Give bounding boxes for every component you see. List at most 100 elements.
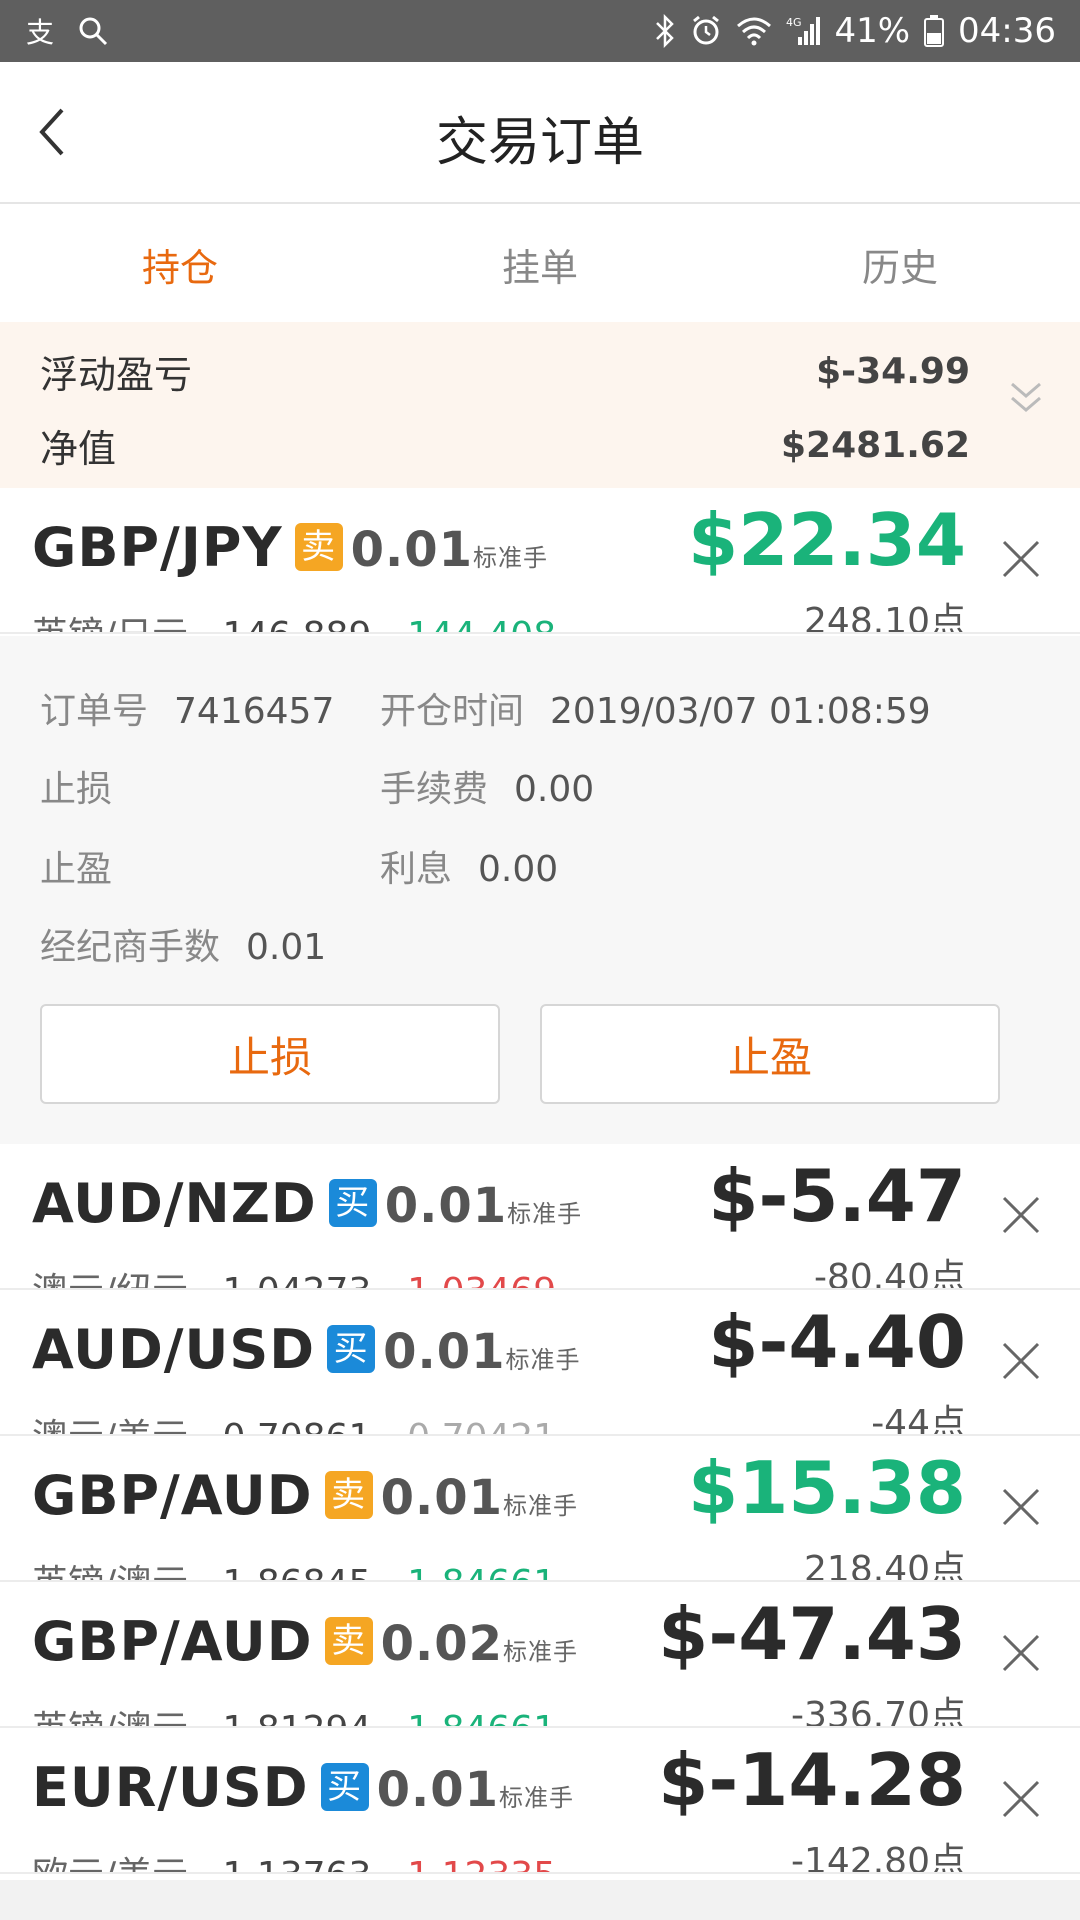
currency-name: 澳元/美元 (32, 1417, 188, 1434)
clock: 04:36 (958, 11, 1056, 51)
position-symbol: GBP/JPY 卖 0.01标准手 (32, 516, 548, 579)
broker-lots-value: 0.01 (246, 927, 327, 968)
price-line: 澳元/美元 0.70861 - 0.70421 (32, 1408, 556, 1434)
take-profit-info: 止盈 (40, 840, 112, 892)
position-row[interactable]: AUD/USD买0.01标准手 澳元/美元 0.70861 - 0.70421 … (0, 1290, 1080, 1436)
floating-pnl-row: 浮动盈亏 $-34.99 (40, 344, 970, 399)
open-price: 1.04273 (222, 1271, 371, 1288)
search-icon (78, 16, 108, 46)
open-price: 1.81294 (222, 1709, 371, 1726)
open-time-value: 2019/03/07 01:08:59 (550, 691, 931, 732)
lot-size: 0.01 (384, 1178, 508, 1234)
alipay-icon: 支 (24, 14, 58, 48)
current-price: 144.408 (407, 615, 556, 632)
currency-name: 欧元/美元 (32, 1855, 188, 1872)
profit-points: -336.70点 (791, 1695, 966, 1728)
side-badge: 卖 (294, 523, 343, 572)
take-profit-button[interactable]: 止盈 (540, 1004, 1000, 1104)
position-row[interactable]: EUR/USD买0.01标准手 欧元/美元 1.13763 - 1.12335 … (0, 1728, 1080, 1874)
profit-points: 248.10点 (804, 601, 966, 634)
side-badge: 买 (328, 1179, 377, 1228)
svg-text:支: 支 (26, 16, 54, 48)
profit-points: -44点 (871, 1403, 966, 1436)
bottom-spacer (0, 1880, 1080, 1920)
equity-row: 净值 $2481.62 (40, 418, 970, 473)
page-title: 交易订单 (435, 113, 644, 173)
lot-size: 0.01 (350, 522, 473, 578)
price-line: 英镑/澳元 1.81294 - 1.84661 (32, 1700, 556, 1726)
profit-value: $-5.47 (708, 1154, 966, 1238)
position-row[interactable]: GBP/JPY卖0.01标准手 英镑/日元 146.889 - 144.408 … (0, 488, 1080, 634)
fee-label: 手续费 (380, 769, 489, 810)
alarm-icon (690, 15, 722, 47)
side-badge: 买 (327, 1325, 376, 1374)
order-number-label: 订单号 (40, 691, 149, 732)
battery-icon (924, 15, 945, 47)
stop-loss-info: 止损 (40, 760, 112, 812)
lot-size: 0.02 (380, 1616, 504, 1672)
close-icon[interactable] (1000, 538, 1042, 580)
position-row[interactable]: GBP/AUD卖0.01标准手 英镑/澳元 1.86845 - 1.84661 … (0, 1436, 1080, 1582)
lot-unit: 标准手 (507, 1200, 583, 1228)
lot-size: 0.01 (380, 1470, 504, 1526)
open-price: 1.13763 (222, 1855, 371, 1872)
symbol-text: GBP/JPY (32, 516, 283, 579)
order-number: 订单号 7416457 (40, 682, 334, 734)
symbol-text: GBP/AUD (32, 1464, 313, 1527)
position-symbol: EUR/USD 买 0.01标准手 (32, 1756, 574, 1819)
close-icon[interactable] (1000, 1340, 1042, 1382)
symbol-text: GBP/AUD (32, 1610, 313, 1673)
symbol-text: AUD/NZD (32, 1172, 317, 1235)
symbol-text: AUD/USD (32, 1318, 316, 1381)
status-bar: 支 4G 41% 04:36 (0, 0, 1080, 62)
position-row[interactable]: AUD/NZD买0.01标准手 澳元/纽元 1.04273 - 1.03469 … (0, 1144, 1080, 1290)
stop-loss-label: 止损 (40, 769, 113, 810)
position-symbol: GBP/AUD 卖 0.02标准手 (32, 1610, 578, 1673)
wifi-icon (736, 16, 772, 46)
floating-pnl-value: $-34.99 (816, 351, 970, 392)
stop-loss-button[interactable]: 止损 (40, 1004, 500, 1104)
bluetooth-icon (654, 14, 676, 48)
svg-text:4G: 4G (786, 16, 802, 29)
tab-pending-orders[interactable]: 挂单 (360, 206, 720, 322)
current-price: 1.84661 (407, 1709, 556, 1726)
currency-name: 英镑/日元 (32, 615, 188, 632)
currency-name: 澳元/纽元 (32, 1271, 188, 1288)
currency-name: 英镑/澳元 (32, 1709, 188, 1726)
position-row[interactable]: GBP/AUD卖0.02标准手 英镑/澳元 1.81294 - 1.84661 … (0, 1582, 1080, 1728)
lot-unit: 标准手 (503, 1492, 579, 1520)
lot-unit: 标准手 (499, 1784, 575, 1812)
open-price: 1.86845 (222, 1563, 371, 1580)
tab-history[interactable]: 历史 (720, 206, 1080, 322)
fee-info: 手续费 0.00 (380, 760, 594, 812)
current-price: 0.70421 (407, 1417, 556, 1434)
open-time: 开仓时间 2019/03/07 01:08:59 (380, 682, 931, 734)
close-icon[interactable] (1000, 1194, 1042, 1236)
tab-positions[interactable]: 持仓 (0, 206, 360, 322)
profit-value: $-47.43 (658, 1592, 966, 1676)
lot-size: 0.01 (383, 1324, 506, 1380)
double-chevron-down-icon[interactable] (1002, 374, 1050, 422)
broker-lots-label: 经纪商手数 (40, 927, 221, 968)
current-price: 1.12335 (407, 1855, 556, 1872)
profit-points: -80.40点 (813, 1257, 966, 1290)
broker-lots-info: 经纪商手数 0.01 (40, 918, 326, 970)
close-icon[interactable] (1000, 1632, 1042, 1674)
price-line: 欧元/美元 1.13763 - 1.12335 (32, 1846, 556, 1872)
profit-points: 218.40点 (804, 1549, 966, 1582)
equity-label: 净值 (40, 427, 117, 471)
price-line: 英镑/日元 146.889 - 144.408 (32, 606, 556, 632)
tab-bar: 持仓 挂单 历史 (0, 206, 1080, 322)
battery-percent: 41% (834, 11, 911, 51)
close-icon[interactable] (1000, 1778, 1042, 1820)
close-icon[interactable] (1000, 1486, 1042, 1528)
fee-value: 0.00 (514, 769, 595, 810)
app-header: 交易订单 (0, 62, 1080, 204)
profit-value: $15.38 (688, 1446, 966, 1530)
open-price: 146.889 (222, 615, 371, 632)
interest-label: 利息 (380, 849, 453, 890)
interest-value: 0.00 (478, 849, 559, 890)
account-summary: 浮动盈亏 $-34.99 净值 $2481.62 (0, 322, 1080, 488)
equity-value: $2481.62 (780, 425, 970, 466)
floating-pnl-label: 浮动盈亏 (40, 353, 193, 397)
